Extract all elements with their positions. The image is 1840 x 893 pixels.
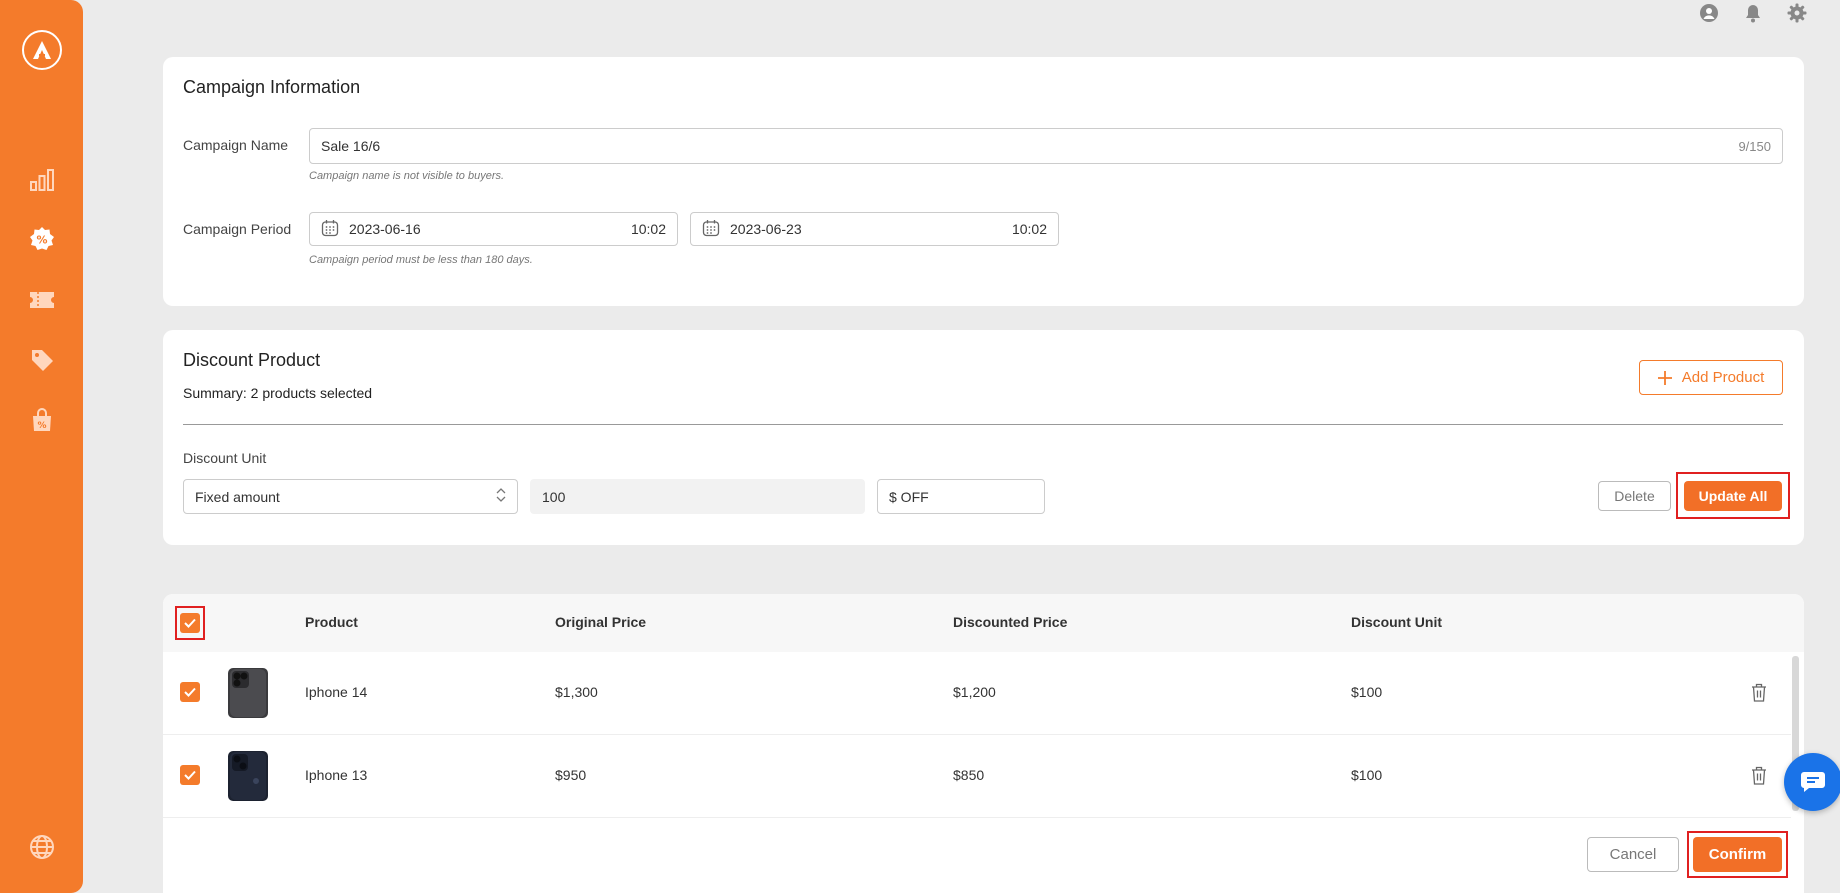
header-discounted-price: Discounted Price xyxy=(953,614,1068,630)
campaign-period-label: Campaign Period xyxy=(183,221,292,237)
table-header: Product Original Price Discounted Price … xyxy=(163,594,1804,652)
discounted-price: $1,200 xyxy=(953,684,996,700)
select-arrows-icon xyxy=(496,487,506,506)
original-price: $950 xyxy=(555,767,587,783)
gear-icon[interactable] xyxy=(1786,2,1808,24)
bell-icon[interactable] xyxy=(1742,2,1764,24)
header-original-price: Original Price xyxy=(555,614,647,630)
check-icon xyxy=(184,687,196,697)
sidebar: % % xyxy=(0,0,83,893)
delete-button[interactable]: Delete xyxy=(1598,481,1671,511)
header-discount-unit: Discount Unit xyxy=(1351,614,1442,630)
campaign-period-hint: Campaign period must be less than 180 da… xyxy=(309,254,533,266)
topbar-icons xyxy=(1698,2,1808,24)
campaign-name-label: Campaign Name xyxy=(183,137,289,153)
table-row: Iphone 13 $950 $850 $100 xyxy=(163,735,1791,818)
chat-button[interactable] xyxy=(1784,753,1840,811)
discounted-price: $850 xyxy=(953,767,985,783)
discount-product-title: Discount Product xyxy=(183,350,321,370)
start-time-value: 10:02 xyxy=(630,221,666,237)
row-checkbox[interactable] xyxy=(180,682,200,702)
globe-icon[interactable] xyxy=(29,834,55,860)
discount-unit-select[interactable]: Fixed amount xyxy=(183,479,518,514)
row-checkbox[interactable] xyxy=(180,765,200,785)
plus-icon xyxy=(1657,370,1672,385)
campaign-name-value: Sale 16/6 xyxy=(321,138,381,154)
voucher-icon[interactable] xyxy=(29,287,55,313)
confirm-button[interactable]: Confirm xyxy=(1693,837,1782,872)
check-icon xyxy=(184,618,196,628)
price-tag-icon[interactable] xyxy=(29,347,55,373)
start-date-value: 2023-06-16 xyxy=(349,221,421,237)
chat-icon xyxy=(1801,772,1825,792)
discount-unit-selected: Fixed amount xyxy=(195,488,280,505)
add-product-button[interactable]: Add Product xyxy=(1639,360,1783,395)
discount-unit: $100 xyxy=(1351,767,1383,783)
select-all-checkbox[interactable] xyxy=(180,613,200,633)
cancel-button[interactable]: Cancel xyxy=(1587,837,1679,872)
shopping-bag-discount-icon[interactable]: % xyxy=(29,407,55,433)
table-row: Iphone 14 $1,300 $1,200 $100 xyxy=(163,652,1791,735)
chart-icon[interactable] xyxy=(29,167,55,193)
product-name: Iphone 14 xyxy=(305,684,368,700)
end-date-value: 2023-06-23 xyxy=(730,221,802,237)
calendar-icon xyxy=(702,219,720,240)
campaign-start-date-input[interactable]: 2023-06-16 10:02 xyxy=(309,212,678,246)
original-price: $1,300 xyxy=(555,684,598,700)
trash-icon[interactable] xyxy=(1749,764,1769,786)
user-icon[interactable] xyxy=(1698,2,1720,24)
campaign-end-date-input[interactable]: 2023-06-23 10:02 xyxy=(690,212,1059,246)
discount-unit-label: Discount Unit xyxy=(183,450,267,466)
discount-amount-value: 100 xyxy=(542,488,566,505)
end-time-value: 10:02 xyxy=(1011,221,1047,237)
discount-badge-icon[interactable]: % xyxy=(29,226,55,252)
product-name: Iphone 13 xyxy=(305,767,368,783)
discount-unit: $100 xyxy=(1351,684,1383,700)
product-table-card: Product Original Price Discounted Price … xyxy=(163,594,1804,893)
campaign-information-card: Campaign Information Campaign Name Sale … xyxy=(163,57,1804,306)
svg-text:%: % xyxy=(36,234,47,247)
discount-suffix-value: $ OFF xyxy=(889,488,929,505)
svg-text:%: % xyxy=(37,421,46,431)
campaign-name-counter: 9/150 xyxy=(1738,138,1771,154)
discount-product-card: Discount Product Summary: 2 products sel… xyxy=(163,330,1804,545)
calendar-icon xyxy=(321,219,339,240)
trash-icon[interactable] xyxy=(1749,681,1769,703)
update-all-button[interactable]: Update All xyxy=(1684,481,1782,511)
add-product-label: Add Product xyxy=(1681,369,1765,386)
header-product: Product xyxy=(305,614,358,630)
campaign-name-input[interactable]: Sale 16/6 9/150 xyxy=(309,128,1783,164)
discount-amount-input[interactable]: 100 xyxy=(530,479,865,514)
product-thumbnail xyxy=(228,751,268,801)
campaign-information-title: Campaign Information xyxy=(183,77,361,97)
campaign-name-hint: Campaign name is not visible to buyers. xyxy=(309,170,505,182)
divider xyxy=(183,424,1783,425)
check-icon xyxy=(184,770,196,780)
selection-summary: Summary: 2 products selected xyxy=(183,385,373,401)
product-thumbnail xyxy=(228,668,268,718)
a-logo-icon[interactable] xyxy=(22,30,62,70)
discount-suffix-field[interactable]: $ OFF xyxy=(877,479,1045,514)
